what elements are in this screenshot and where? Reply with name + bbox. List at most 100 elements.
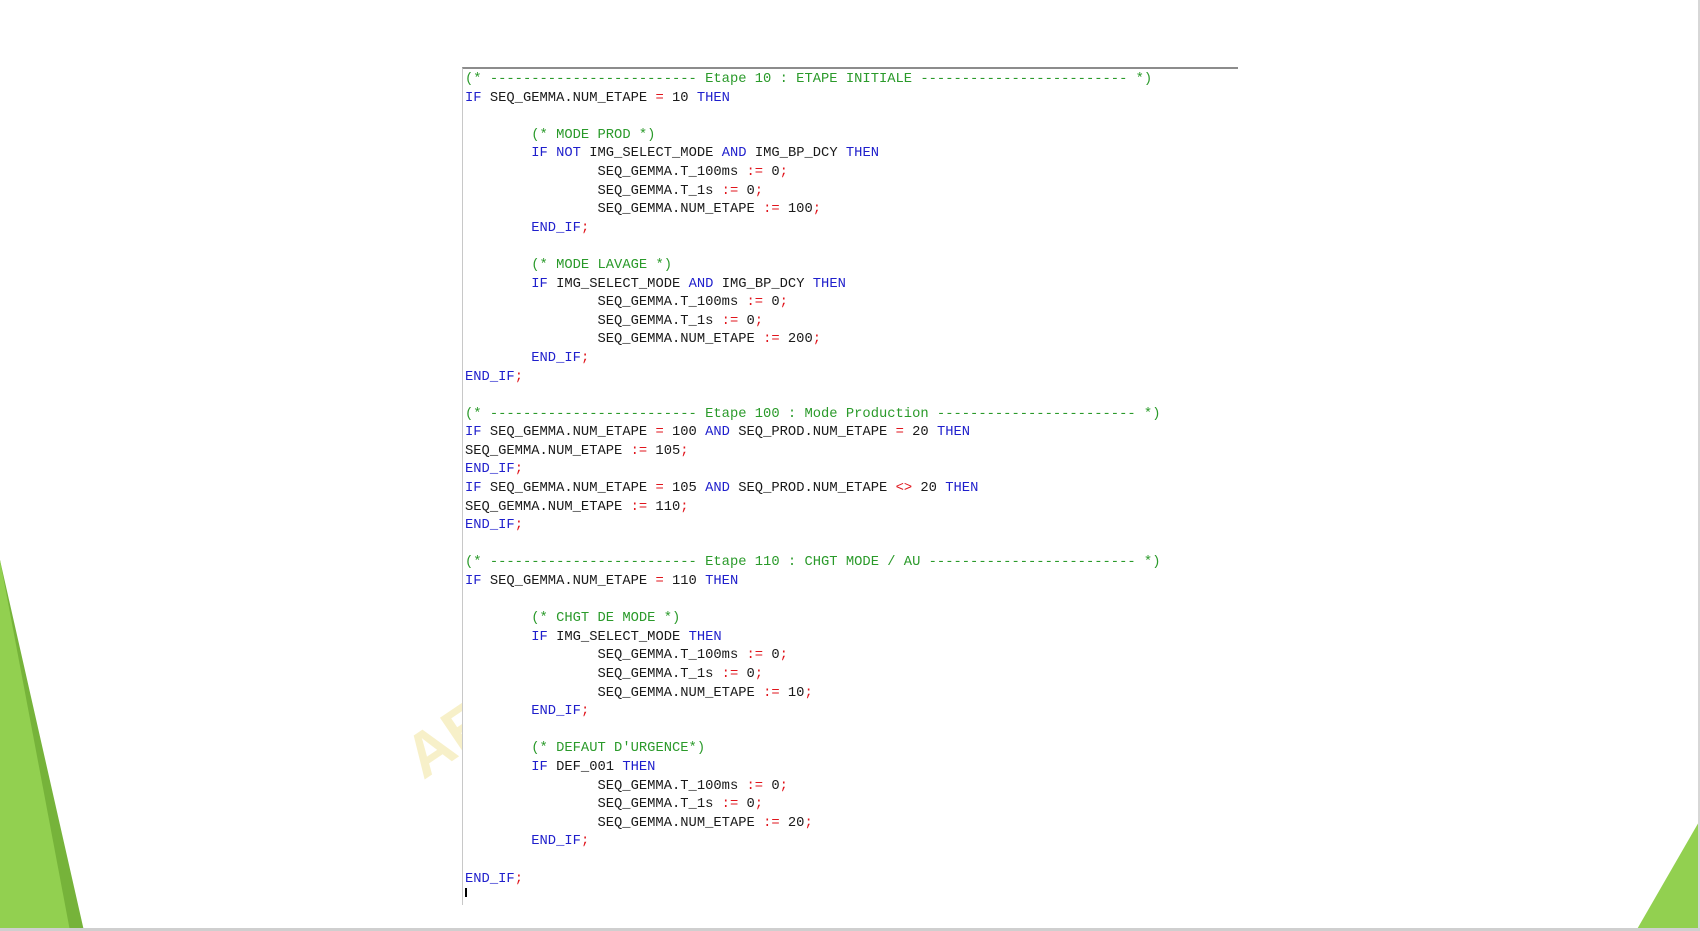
code-line[interactable]: SEQ_GEMMA.NUM_ETAPE := 10; (465, 685, 1160, 704)
code-keyword: AND (721, 146, 747, 162)
code-line[interactable]: IF NOT IMG_SELECT_MODE AND IMG_BP_DCY TH… (465, 145, 1160, 164)
code-line[interactable]: END_IF; (465, 461, 1160, 480)
code-line[interactable]: SEQ_GEMMA.T_100ms := 0; (465, 647, 1160, 666)
code-text: 100 (663, 425, 706, 441)
code-editor-panel[interactable]: (* ------------------------- Etape 10 : … (462, 67, 1238, 905)
code-line[interactable]: (* ------------------------- Etape 100 :… (465, 406, 1160, 425)
code-line[interactable]: SEQ_GEMMA.T_1s := 0; (465, 796, 1160, 815)
code-line[interactable]: END_IF; (465, 369, 1160, 388)
code-operator: ; (680, 499, 689, 515)
code-operator: := (763, 815, 780, 831)
code-text: 20 (779, 815, 805, 831)
code-line[interactable] (465, 722, 1160, 741)
code-line[interactable]: IF SEQ_GEMMA.NUM_ETAPE = 110 THEN (465, 573, 1160, 592)
code-line[interactable]: SEQ_GEMMA.T_100ms := 0; (465, 164, 1160, 183)
code-line[interactable]: SEQ_GEMMA.NUM_ETAPE := 200; (465, 331, 1160, 350)
code-operator: ; (514, 462, 523, 478)
code-line[interactable]: SEQ_GEMMA.T_1s := 0; (465, 183, 1160, 202)
code-operator: := (763, 332, 780, 348)
code-comment: (* MODE PROD *) (531, 127, 656, 143)
code-text: SEQ_GEMMA.T_1s (465, 797, 722, 813)
code-line[interactable]: SEQ_GEMMA.NUM_ETAPE := 110; (465, 499, 1160, 518)
code-line[interactable]: IF DEF_001 THEN (465, 759, 1160, 778)
code-comment: (* CHGT DE MODE *) (531, 611, 681, 627)
code-line[interactable]: END_IF; (465, 871, 1160, 890)
code-line[interactable]: IF SEQ_GEMMA.NUM_ETAPE = 105 AND SEQ_PRO… (465, 480, 1160, 499)
code-keyword: THEN (688, 629, 722, 645)
code-comment: (* ------------------------- Etape 110 :… (465, 555, 1161, 571)
code-line[interactable] (465, 536, 1160, 555)
code-operator: ; (514, 369, 523, 385)
code-keyword: END_IF (531, 220, 581, 236)
code-line[interactable]: (* MODE PROD *) (465, 127, 1160, 146)
code-line[interactable]: SEQ_GEMMA.NUM_ETAPE := 105; (465, 443, 1160, 462)
code-operator: := (721, 183, 739, 199)
code-line[interactable] (465, 238, 1160, 257)
code-line[interactable]: SEQ_GEMMA.NUM_ETAPE := 20; (465, 815, 1160, 834)
code-operator: := (721, 313, 739, 329)
code-line[interactable]: END_IF; (465, 220, 1160, 239)
right-green-triangle (1636, 820, 1700, 931)
code-line[interactable]: (* ------------------------- Etape 10 : … (465, 71, 1160, 90)
code-text: SEQ_GEMMA.T_100ms (465, 295, 747, 311)
code-text: IMG_SELECT_MODE (547, 276, 689, 292)
code-text: SEQ_PROD.NUM_ETAPE (729, 425, 896, 441)
code-text: SEQ_PROD.NUM_ETAPE (729, 481, 896, 497)
code-operator: ; (812, 202, 822, 218)
code-line[interactable] (465, 592, 1160, 611)
slide-background: AE (* ------------------------- Etape 10… (0, 0, 1700, 931)
code-line[interactable]: IF IMG_SELECT_MODE THEN (465, 629, 1160, 648)
code-line[interactable] (465, 852, 1160, 871)
code-text: IMG_BP_DCY (713, 276, 813, 292)
code-operator: := (763, 202, 780, 218)
code-line[interactable]: IF IMG_SELECT_MODE AND IMG_BP_DCY THEN (465, 276, 1160, 295)
code-operator: ; (514, 518, 523, 534)
code-line[interactable]: END_IF; (465, 833, 1160, 852)
code-text: SEQ_GEMMA.NUM_ETAPE (465, 499, 631, 515)
code-line[interactable]: SEQ_GEMMA.T_100ms := 0; (465, 778, 1160, 797)
code-line[interactable]: SEQ_GEMMA.T_1s := 0; (465, 666, 1160, 685)
code-line[interactable]: (* MODE LAVAGE *) (465, 257, 1160, 276)
code-line[interactable]: IF SEQ_GEMMA.NUM_ETAPE = 100 AND SEQ_PRO… (465, 424, 1160, 443)
code-operator: ; (779, 295, 788, 311)
code-keyword: IF (465, 90, 482, 106)
code-operator: ; (580, 704, 590, 720)
code-text: SEQ_GEMMA.NUM_ETAPE (465, 685, 764, 701)
code-comment: (* ------------------------- Etape 10 : … (465, 72, 1153, 87)
text-cursor (465, 888, 467, 897)
code-operator: := (630, 499, 648, 515)
code-line[interactable]: IF SEQ_GEMMA.NUM_ETAPE = 10 THEN (465, 90, 1160, 109)
code-text: 0 (738, 313, 755, 329)
code-keyword: END_IF (531, 704, 581, 720)
code-line[interactable]: SEQ_GEMMA.T_1s := 0; (465, 313, 1160, 332)
code-line[interactable]: END_IF; (465, 703, 1160, 722)
code-text: 0 (763, 648, 780, 664)
code-keyword: THEN (812, 276, 846, 292)
code-operator: ; (754, 797, 764, 813)
code-keyword: AND (688, 276, 714, 292)
code-keyword: AND (705, 481, 730, 497)
code-text: SEQ_GEMMA.NUM_ETAPE (465, 202, 764, 218)
code-text: 110 (663, 574, 706, 590)
code-text: 110 (647, 499, 681, 515)
code-line[interactable]: (* DEFAUT D'URGENCE*) (465, 740, 1160, 759)
code-operator: <> (895, 481, 913, 497)
code-line[interactable]: (* CHGT DE MODE *) (465, 610, 1160, 629)
code-text: IMG_SELECT_MODE (580, 146, 722, 162)
code-text: DEF_001 (547, 759, 623, 775)
code-line[interactable]: SEQ_GEMMA.NUM_ETAPE := 100; (465, 201, 1160, 220)
code-line[interactable]: (* ------------------------- Etape 110 :… (465, 554, 1160, 573)
code-operator: ; (580, 350, 590, 366)
code-line[interactable] (465, 387, 1160, 406)
code-line[interactable] (465, 108, 1160, 127)
code-line[interactable]: END_IF; (465, 517, 1160, 536)
code-comment: (* DEFAUT D'URGENCE*) (531, 741, 706, 757)
code-line[interactable]: END_IF; (465, 350, 1160, 369)
code-line[interactable]: SEQ_GEMMA.T_100ms := 0; (465, 294, 1160, 313)
code-operator: := (746, 648, 764, 664)
